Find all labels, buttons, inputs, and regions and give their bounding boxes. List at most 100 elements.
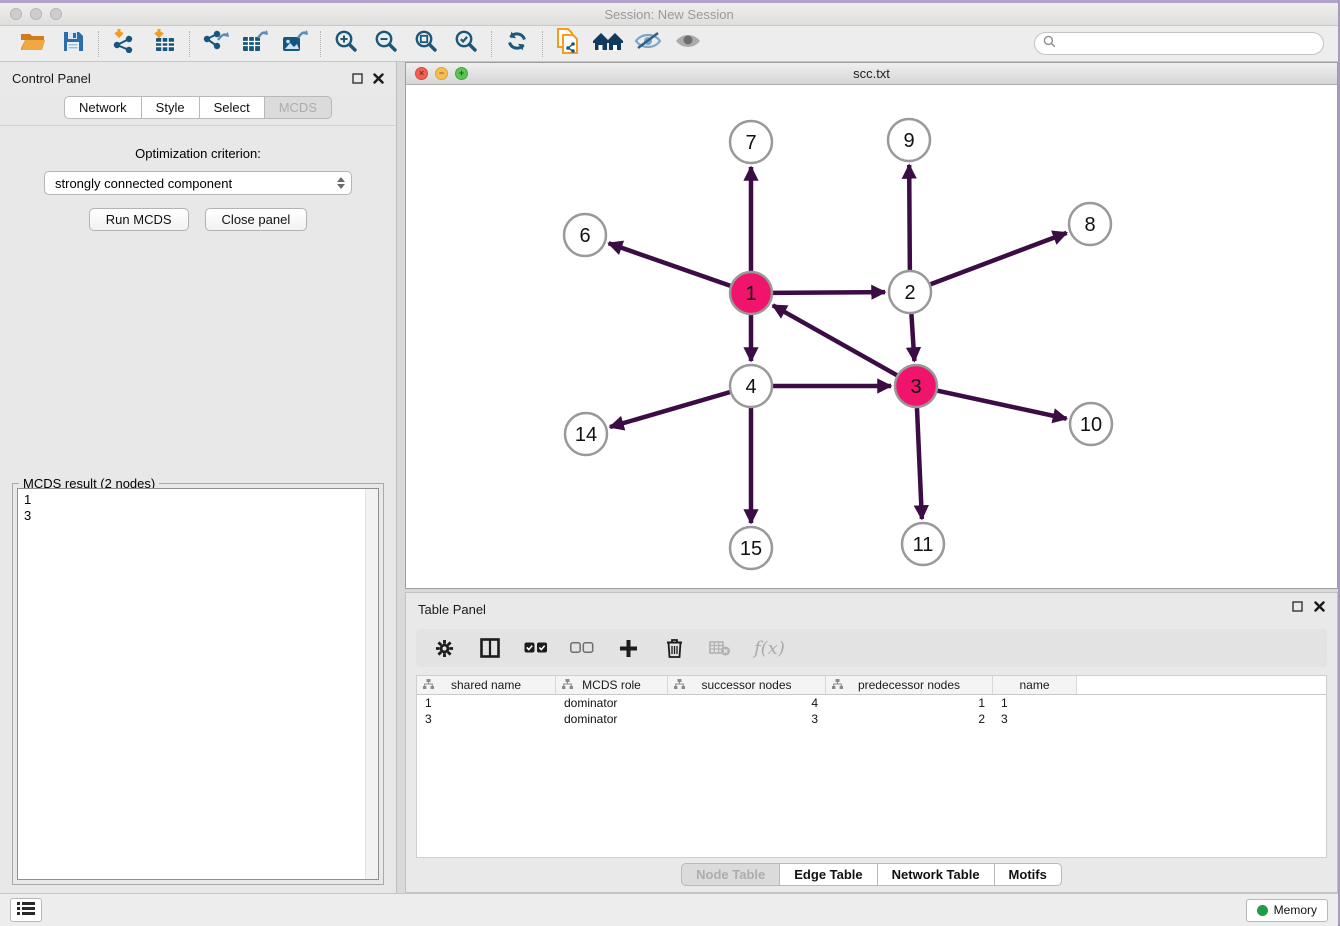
eye-slash-icon — [634, 31, 662, 56]
table-cell[interactable]: 3 — [417, 711, 556, 727]
import-table-button[interactable] — [149, 30, 179, 58]
tab-style[interactable]: Style — [142, 96, 200, 119]
delete-table-button[interactable] — [708, 636, 732, 660]
tab-select[interactable]: Select — [200, 96, 265, 119]
task-history-button[interactable] — [10, 898, 42, 922]
column-header-MCDS-role[interactable]: MCDS role — [556, 676, 668, 694]
graph-node-label-4: 4 — [745, 376, 756, 398]
add-row-button[interactable] — [616, 636, 640, 660]
home-button[interactable] — [593, 30, 623, 58]
column-header-successor-nodes[interactable]: successor nodes — [668, 676, 826, 694]
table-cell[interactable]: 3 — [668, 711, 826, 727]
column-header-shared-name[interactable]: shared name — [417, 676, 556, 694]
zoom-selected-button[interactable] — [451, 30, 481, 58]
close-table-panel-button[interactable] — [1314, 599, 1325, 617]
network-maximize-button[interactable]: + — [455, 67, 468, 80]
optimization-criterion-label: Optimization criterion: — [0, 146, 396, 161]
export-table-icon — [241, 29, 269, 58]
open-folder-icon — [20, 30, 46, 57]
column-group-icon — [832, 679, 843, 693]
import-table-icon — [152, 29, 176, 58]
table-row[interactable]: 3dominator323 — [417, 711, 1326, 727]
import-network-button[interactable] — [109, 30, 139, 58]
graph-edge-1-2[interactable] — [773, 292, 885, 293]
result-scrollbar[interactable] — [365, 489, 378, 879]
zoom-fit-button[interactable] — [411, 30, 441, 58]
node-table[interactable]: shared nameMCDS rolesuccessor nodesprede… — [416, 675, 1327, 858]
close-panel-button-secondary[interactable]: Close panel — [205, 208, 308, 231]
table-cell[interactable]: 3 — [993, 711, 1077, 727]
app-titlebar: Session: New Session — [0, 3, 1338, 26]
table-tab-edge-table[interactable]: Edge Table — [780, 863, 877, 886]
hide-selected-button[interactable] — [633, 30, 663, 58]
graph-node-label-7: 7 — [745, 132, 756, 154]
search-input[interactable] — [1061, 37, 1315, 51]
run-mcds-button[interactable]: Run MCDS — [89, 208, 189, 231]
table-cell[interactable]: 1 — [417, 695, 556, 711]
network-minimize-button[interactable]: − — [435, 67, 448, 80]
control-panel: Control Panel NetworkStyleSelectMCDS Opt… — [0, 62, 397, 893]
show-all-button[interactable] — [673, 30, 703, 58]
graph-edge-2-3[interactable] — [911, 314, 914, 361]
graph-node-label-3: 3 — [910, 376, 921, 398]
network-graph[interactable]: 7968124314101511 — [406, 85, 1331, 588]
graph-edge-2-9[interactable] — [909, 165, 910, 270]
tab-network[interactable]: Network — [64, 96, 142, 119]
export-table-button[interactable] — [240, 30, 270, 58]
graph-edge-1-6[interactable] — [609, 243, 731, 285]
network-canvas[interactable]: 7968124314101511 — [406, 85, 1337, 588]
table-cell[interactable]: 2 — [826, 711, 993, 727]
column-group-icon — [562, 679, 573, 693]
copy-network-button[interactable] — [553, 30, 583, 58]
mcds-result-text[interactable]: 1 3 — [17, 488, 379, 880]
graph-edge-4-14[interactable] — [610, 392, 730, 427]
save-session-button[interactable] — [58, 30, 88, 58]
deselect-all-checkboxes-button[interactable] — [570, 636, 594, 660]
column-header-name[interactable]: name — [993, 676, 1077, 694]
close-panel-button[interactable] — [373, 73, 384, 84]
delete-row-button[interactable] — [662, 636, 686, 660]
select-all-checkboxes-button[interactable] — [524, 636, 548, 660]
refresh-view-button[interactable] — [502, 30, 532, 58]
table-tab-node-table[interactable]: Node Table — [681, 863, 780, 886]
show-columns-button[interactable] — [478, 636, 502, 660]
table-row[interactable]: 1dominator411 — [417, 695, 1326, 711]
tab-mcds[interactable]: MCDS — [265, 96, 332, 119]
criterion-dropdown[interactable]: strongly connected component — [44, 171, 352, 195]
table-tab-motifs[interactable]: Motifs — [995, 863, 1062, 886]
graph-edge-3-10[interactable] — [937, 391, 1066, 419]
float-table-panel-button[interactable] — [1292, 599, 1303, 617]
column-header-predecessor-nodes[interactable]: predecessor nodes — [826, 676, 993, 694]
zoom-in-button[interactable] — [331, 30, 361, 58]
column-group-icon — [423, 679, 434, 693]
table-cell[interactable]: 4 — [668, 695, 826, 711]
import-network-icon — [111, 29, 137, 58]
memory-button[interactable]: Memory — [1246, 899, 1328, 922]
table-cell[interactable]: 1 — [993, 695, 1077, 711]
graph-edge-3-1[interactable] — [773, 305, 897, 375]
export-image-button[interactable] — [280, 30, 310, 58]
table-cell[interactable]: 1 — [826, 695, 993, 711]
open-file-button[interactable] — [18, 30, 48, 58]
houses-icon — [592, 30, 624, 57]
search-field[interactable] — [1034, 32, 1324, 55]
zoom-out-button[interactable] — [371, 30, 401, 58]
export-network-button[interactable] — [200, 30, 230, 58]
float-panel-button[interactable] — [352, 73, 363, 84]
table-panel: Table Panel f(x) shared nameMCDS rolesuc… — [405, 592, 1338, 893]
settings-gear-button[interactable] — [432, 636, 456, 660]
table-cell[interactable]: dominator — [556, 695, 668, 711]
status-bar: Memory — [0, 893, 1338, 926]
table-cell[interactable]: dominator — [556, 711, 668, 727]
network-window-titlebar[interactable]: × − + scc.txt — [406, 63, 1337, 85]
export-image-icon — [281, 29, 309, 58]
memory-label: Memory — [1274, 903, 1317, 917]
table-tab-network-table[interactable]: Network Table — [878, 863, 995, 886]
graph-edge-2-8[interactable] — [931, 233, 1067, 284]
network-close-button[interactable]: × — [415, 67, 428, 80]
graph-node-label-6: 6 — [579, 225, 590, 247]
graph-edge-3-11[interactable] — [917, 408, 922, 519]
graph-node-label-14: 14 — [575, 424, 597, 446]
zoom-out-icon — [374, 29, 398, 58]
function-builder-button[interactable]: f(x) — [754, 638, 785, 659]
